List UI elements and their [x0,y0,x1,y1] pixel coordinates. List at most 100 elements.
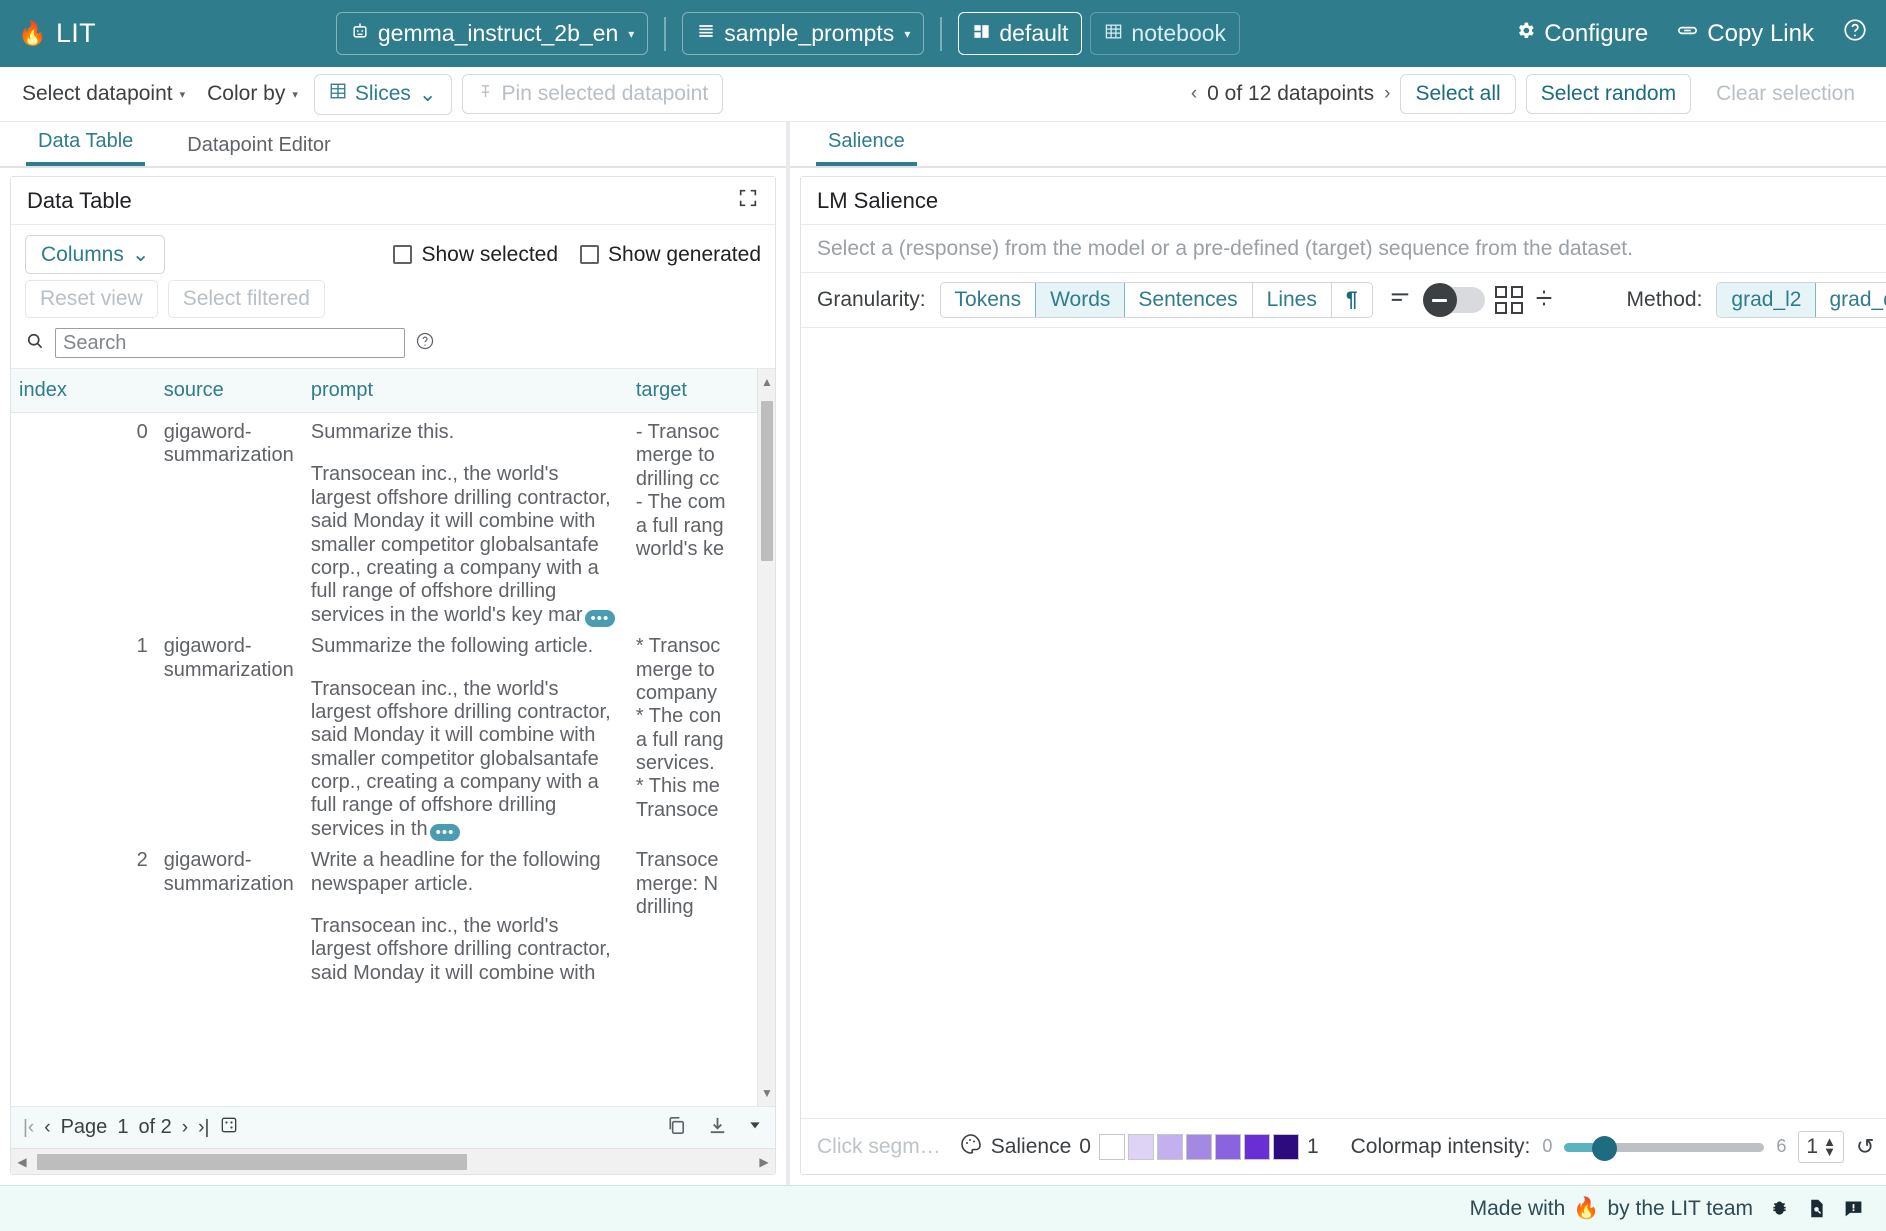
columns-dropdown[interactable]: Columns ⌄ [25,235,165,274]
data-table: index source prompt target 0 gigaword-su… [11,369,775,985]
feedback-icon[interactable] [1843,1198,1864,1219]
search-input[interactable] [55,328,405,358]
scrollbar-thumb[interactable] [761,401,773,561]
app-brand: 🔥 LIT [18,18,96,49]
stepper-arrows[interactable]: ▲▼ [1823,1137,1836,1156]
copy-icon[interactable] [665,1114,688,1142]
pin-selected-datapoint-button[interactable]: Pin selected datapoint [462,74,724,114]
hscrollbar-thumb[interactable] [37,1154,467,1170]
tab-datapoint-editor[interactable]: Datapoint Editor [175,128,342,166]
show-generated-checkbox[interactable]: Show generated [580,243,761,267]
scroll-up-arrow-icon[interactable]: ▲ [758,373,775,391]
page-word-label: Page [61,1116,108,1139]
last-page-button[interactable]: ›| [198,1117,209,1139]
document-search-icon[interactable] [1806,1198,1827,1219]
slider-thumb[interactable] [1592,1136,1617,1161]
layout-default-button[interactable]: default [958,12,1082,55]
stepper-down-icon[interactable]: ▼ [1823,1147,1836,1156]
tab-data-table[interactable]: Data Table [26,124,145,166]
granularity-option-lines[interactable]: Lines [1253,283,1332,317]
column-header-target[interactable]: target [628,369,775,413]
salience-canvas[interactable] [801,328,1886,1118]
column-header-source[interactable]: source [156,369,303,413]
granularity-option-sentences[interactable]: Sentences [1124,283,1252,317]
prev-page-button[interactable]: ‹ [44,1117,50,1139]
table-vertical-scrollbar[interactable]: ▲ ▼ [757,369,775,1106]
table-row[interactable]: 1 gigaword-summarization Summarize the f… [11,627,775,841]
display-mode-switch[interactable] [1423,287,1485,313]
table-horizontal-scrollbar[interactable]: ◀ ▶ [11,1148,775,1174]
expand-icon[interactable] [737,187,759,214]
scroll-right-arrow-icon[interactable]: ▶ [753,1155,775,1169]
tab-salience[interactable]: Salience [816,124,917,166]
chevron-down-icon: ⌄ [132,242,150,267]
clear-selection-button[interactable]: Clear selection [1701,74,1870,114]
granularity-option-words[interactable]: Words [1035,282,1125,318]
chevron-down-icon: ⌄ [419,82,437,107]
help-button[interactable] [1842,17,1868,50]
help-circle-icon[interactable] [415,331,435,356]
select-filtered-button[interactable]: Select filtered [168,280,325,318]
reset-view-button[interactable]: Reset view [25,280,158,318]
prompt-line-1: Summarize this. [311,421,620,444]
next-page-button[interactable]: › [182,1117,188,1139]
download-icon[interactable] [706,1114,729,1142]
prompt-line-2: Transocean inc., the world's largest off… [311,915,620,985]
dataset-selector[interactable]: sample_prompts ▾ [682,12,924,55]
cell-index: 2 [11,841,156,985]
divide-icon[interactable] [1533,286,1555,315]
select-all-button[interactable]: Select all [1400,74,1515,114]
swatch-1 [1128,1134,1154,1160]
configure-button[interactable]: Configure [1515,20,1648,48]
left-tabstrip: Data Table Datapoint Editor [0,122,786,168]
bug-icon[interactable] [1769,1198,1790,1219]
right-tabstrip: Salience [790,122,1886,168]
select-random-button[interactable]: Select random [1526,74,1691,114]
sequence-select-row[interactable]: Select a (response) from the model or a … [801,225,1886,273]
granularity-option-paragraph[interactable]: ¶ [1332,283,1372,317]
random-datapoint-icon[interactable] [219,1115,239,1141]
model-selector[interactable]: gemma_instruct_2b_en ▾ [336,12,648,55]
model-name: gemma_instruct_2b_en [378,20,618,47]
slices-button[interactable]: Slices ⌄ [314,74,452,115]
show-selected-checkbox[interactable]: Show selected [393,243,558,267]
target-text: - Transoc merge to drilling cc - The com… [636,421,767,561]
select-datapoint-dropdown[interactable]: Select datapoint ▾ [16,78,191,110]
made-with-text: Made with [1470,1197,1566,1221]
method-option-grad-l2[interactable]: grad_l2 [1716,282,1816,318]
color-by-dropdown[interactable]: Color by ▾ [201,78,304,110]
scroll-down-arrow-icon[interactable]: ▼ [758,1084,775,1102]
table-search-row [25,324,761,364]
table-row[interactable]: 2 gigaword-summarization Write a headlin… [11,841,775,985]
granularity-option-tokens[interactable]: Tokens [941,283,1037,317]
reset-icon[interactable]: ↺ [1856,1134,1874,1160]
column-header-prompt[interactable]: prompt [303,369,628,413]
expand-ellipsis-pill[interactable]: ••• [585,610,616,627]
tab-salience-label: Salience [828,130,905,152]
prompt-line-1: Summarize the following article. [311,635,620,658]
prev-datapoint-arrow[interactable]: ‹ [1191,83,1197,105]
table-row[interactable]: 0 gigaword-summarization Summarize this.… [11,413,775,628]
switch-knob [1423,283,1457,317]
dataset-list-icon [696,20,716,47]
colormap-intensity-stepper[interactable]: 1 ▲▼ [1798,1131,1844,1163]
next-datapoint-arrow[interactable]: › [1384,83,1390,105]
lit-app-window: 🔥 LIT gemma_instruct_2b_en ▾ [0,0,1886,1231]
right-pane: Salience LM Salience Select a (response)… [790,122,1886,1185]
colormap-intensity-slider[interactable] [1564,1140,1764,1154]
copy-link-button[interactable]: Copy Link [1676,19,1814,49]
lit-team-text: by the LIT team [1607,1197,1753,1221]
expand-ellipsis-pill[interactable]: ••• [430,824,461,841]
chevron-down-icon[interactable] [747,1117,763,1138]
palette-icon[interactable] [959,1132,983,1161]
pin-selected-label: Pin selected datapoint [502,82,709,106]
first-page-button[interactable]: |‹ [23,1117,34,1139]
column-header-index[interactable]: index [11,369,156,413]
scroll-left-arrow-icon[interactable]: ◀ [11,1155,33,1169]
data-table-viewport[interactable]: index source prompt target 0 gigaword-su… [11,369,775,1106]
grid-four-icon[interactable] [1495,286,1523,314]
layout-notebook-button[interactable]: notebook [1090,12,1240,55]
method-option-grad-dot-input[interactable]: grad_dot_input [1815,283,1886,317]
robot-icon [350,20,370,47]
data-table-controls-row1: Columns ⌄ Show selected Show generated [25,235,761,274]
